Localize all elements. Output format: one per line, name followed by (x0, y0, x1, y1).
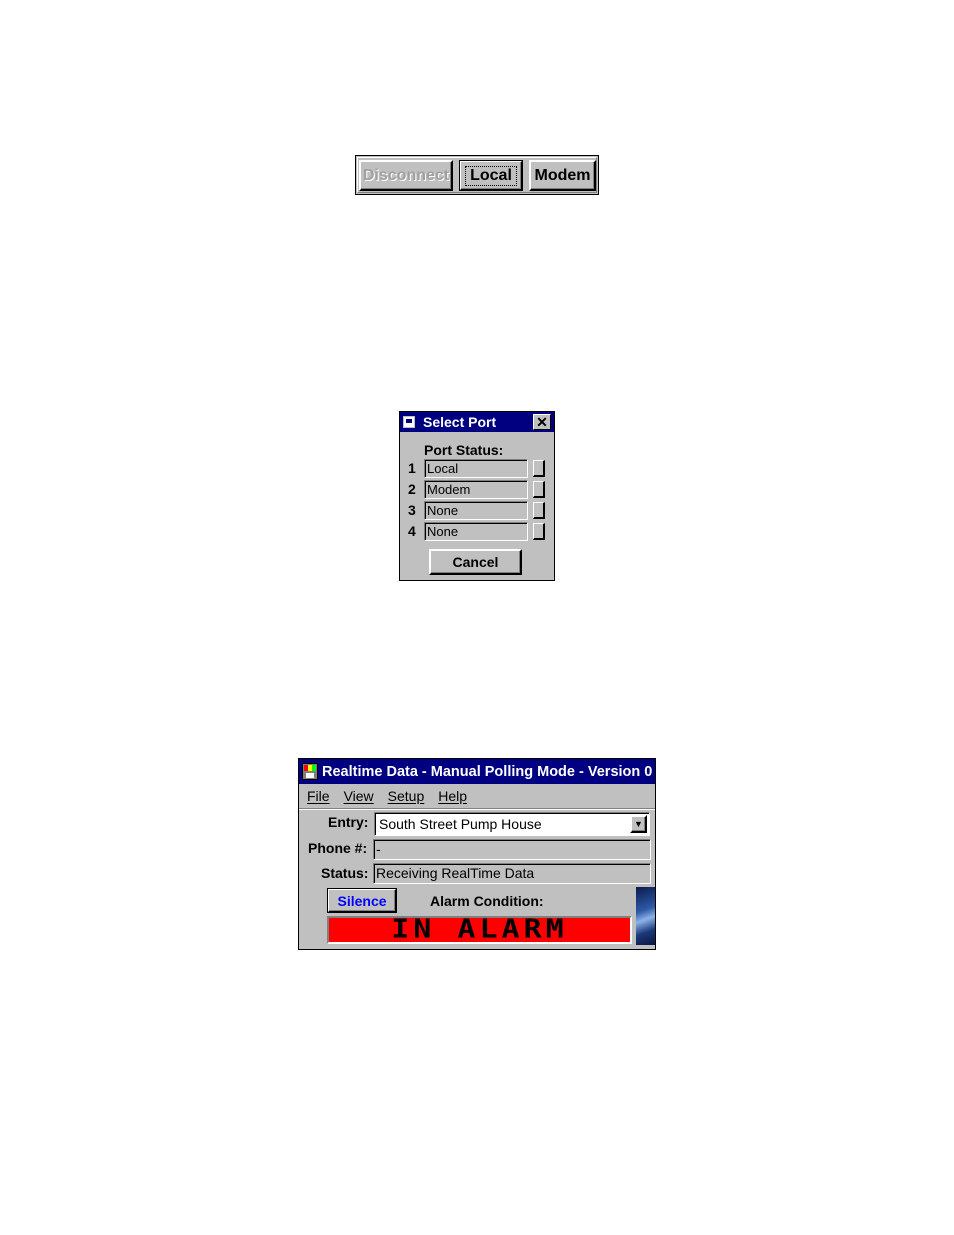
entry-value: South Street Pump House (379, 816, 542, 832)
status-field: Receiving RealTime Data (373, 863, 651, 884)
entry-label: Entry: (328, 814, 369, 830)
port-row-2: 2 Modem (406, 480, 548, 499)
window-titlebar: Realtime Data - Manual Polling Mode - Ve… (299, 759, 655, 784)
dialog-titlebar: Select Port ✕ (400, 412, 554, 432)
status-label: Status: (321, 865, 369, 881)
port-number: 2 (408, 481, 416, 497)
local-button[interactable]: Local (459, 160, 523, 191)
port-select-button[interactable] (533, 460, 545, 477)
port-select-button[interactable] (533, 502, 545, 519)
disconnect-button[interactable]: Disconnect (359, 160, 453, 191)
alarm-condition-label: Alarm Condition: (430, 893, 544, 909)
port-row-1: 1 Local (406, 459, 548, 478)
window-title: Realtime Data - Manual Polling Mode - Ve… (322, 763, 653, 780)
silence-button[interactable]: Silence (327, 888, 397, 913)
menu-bar: File View Setup Help (299, 784, 655, 809)
realtime-data-window: Realtime Data - Manual Polling Mode - Ve… (298, 758, 656, 950)
port-row-3: 3 None (406, 501, 548, 520)
menu-setup[interactable]: Setup (388, 788, 425, 804)
modem-button[interactable]: Modem (529, 160, 596, 191)
port-status-field: Local (424, 459, 528, 478)
port-select-button[interactable] (533, 481, 545, 498)
alarm-status-text: IN ALARM (391, 914, 568, 945)
status-image (636, 887, 655, 945)
menu-help[interactable]: Help (438, 788, 467, 804)
phone-field: - (373, 839, 651, 860)
cancel-button[interactable]: Cancel (429, 549, 522, 575)
port-status-label: Port Status: (424, 442, 504, 458)
entry-select[interactable]: South Street Pump House ▼ (374, 812, 650, 836)
local-button-label: Local (465, 165, 517, 186)
port-row-4: 4 None (406, 522, 548, 541)
port-number: 4 (408, 523, 416, 539)
close-button[interactable]: ✕ (533, 414, 551, 430)
dialog-title: Select Port (423, 414, 497, 430)
port-status-field: None (424, 501, 528, 520)
chevron-down-icon[interactable]: ▼ (630, 815, 647, 833)
menu-view[interactable]: View (344, 788, 374, 804)
alarm-display: IN ALARM (327, 916, 632, 944)
connection-toolbar: Disconnect Local Modem (355, 155, 599, 195)
phone-label: Phone #: (308, 840, 368, 856)
app-icon (302, 763, 318, 780)
port-status-field: Modem (424, 480, 528, 499)
menu-file[interactable]: File (307, 788, 330, 804)
select-port-dialog: Select Port ✕ Port Status: 1 Local 2 Mod… (399, 411, 555, 581)
window-icon (403, 416, 415, 428)
port-number: 1 (408, 460, 416, 476)
port-number: 3 (408, 502, 416, 518)
port-status-field: None (424, 522, 528, 541)
port-select-button[interactable] (533, 523, 545, 540)
